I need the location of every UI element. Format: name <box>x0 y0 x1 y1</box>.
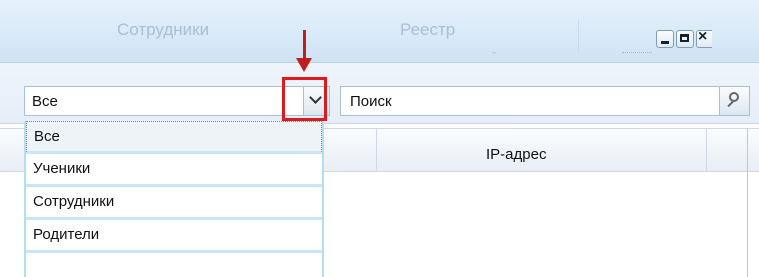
dropdown-option-parents[interactable]: Родители <box>26 220 322 253</box>
tab-staff[interactable]: Сотрудники <box>117 20 209 40</box>
filter-dropdown-list: Все Ученики Сотрудники Родители <box>24 121 324 277</box>
minimize-button[interactable] <box>656 30 674 48</box>
highlight-box <box>282 77 327 121</box>
search-input[interactable]: Поиск <box>350 93 392 110</box>
search-field[interactable]: Поиск <box>340 86 750 116</box>
tab-dropdown-icon[interactable]: ⌄ <box>490 46 498 57</box>
close-icon: × <box>698 28 708 45</box>
dropdown-option-all[interactable]: Все <box>26 121 322 154</box>
window-titlebar: Сотрудники Реестр ⌄ × <box>0 0 759 63</box>
dropdown-option-staff[interactable]: Сотрудники <box>26 187 322 220</box>
dropdown-option-students[interactable]: Ученики <box>26 154 322 187</box>
search-button[interactable] <box>719 87 749 115</box>
close-button[interactable]: × <box>696 28 712 48</box>
table-border <box>747 128 748 277</box>
column-separator[interactable] <box>706 129 707 173</box>
tab-registry[interactable]: Реестр <box>400 20 455 40</box>
tab-separator <box>578 20 579 54</box>
annotation-arrow-head <box>296 58 312 72</box>
column-separator[interactable] <box>376 129 377 173</box>
search-icon-handle <box>727 100 734 108</box>
maximize-icon <box>680 34 689 42</box>
filter-selected-value: Все <box>32 93 58 110</box>
titlebar-divider <box>622 52 652 53</box>
maximize-button[interactable] <box>676 30 694 48</box>
search-icon <box>729 92 739 102</box>
minimize-icon <box>661 41 669 44</box>
column-header-ip-address[interactable]: IP-адрес <box>486 146 546 163</box>
